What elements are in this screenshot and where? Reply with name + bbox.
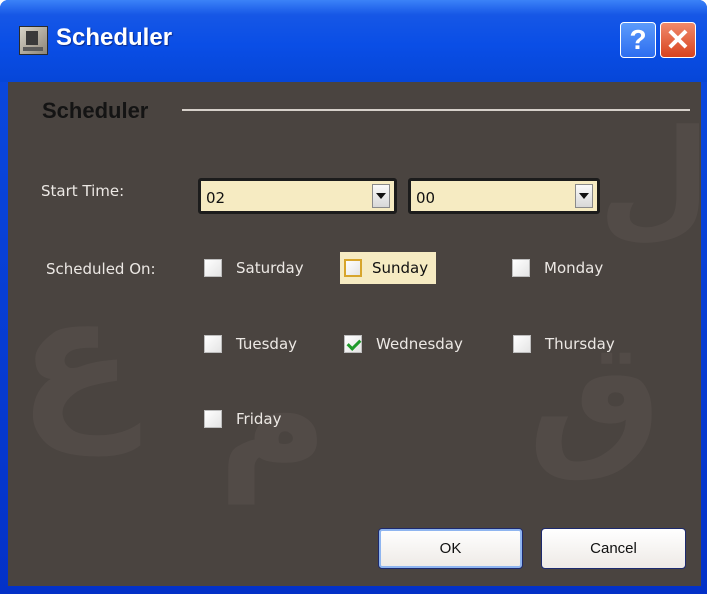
window-title: Scheduler xyxy=(56,24,173,51)
day-label: Monday xyxy=(544,259,604,277)
checkbox-thursday[interactable] xyxy=(513,335,531,353)
day-label: Tuesday xyxy=(236,335,298,353)
day-checkbox-wednesday[interactable]: Wednesday xyxy=(344,331,463,357)
day-label: Thursday xyxy=(545,335,615,353)
close-icon: ✕ xyxy=(665,23,691,57)
hour-value: 02 xyxy=(206,189,226,207)
background-decoration: ع xyxy=(18,258,135,456)
ok-button[interactable]: OK xyxy=(378,528,523,569)
day-label: Sunday xyxy=(372,259,429,277)
checkbox-monday[interactable] xyxy=(512,259,530,277)
help-button[interactable]: ? xyxy=(620,22,656,58)
scheduler-window: Scheduler ? ✕ ل ع م ق Scheduler Start Ti… xyxy=(0,0,707,594)
day-checkbox-tuesday[interactable]: Tuesday xyxy=(204,331,297,357)
minute-select[interactable]: 00 xyxy=(408,178,600,214)
minute-value: 00 xyxy=(416,189,436,207)
cancel-button[interactable]: Cancel xyxy=(541,528,686,569)
group-title: Scheduler xyxy=(42,98,149,123)
scheduled-on-label: Scheduled On: xyxy=(46,260,156,278)
group-divider xyxy=(182,109,690,111)
start-time-label: Start Time: xyxy=(41,182,125,200)
app-icon xyxy=(19,26,48,55)
day-label: Friday xyxy=(236,410,282,428)
day-label: Saturday xyxy=(236,259,304,277)
checkbox-saturday[interactable] xyxy=(204,259,222,277)
day-checkbox-friday[interactable]: Friday xyxy=(204,406,281,432)
day-checkbox-sunday[interactable]: Sunday xyxy=(340,252,437,284)
day-checkbox-monday[interactable]: Monday xyxy=(512,255,603,281)
dialog-body: ل ع م ق Scheduler Start Time: 02 00 Sche… xyxy=(8,82,701,586)
hour-select[interactable]: 02 xyxy=(198,178,397,214)
title-bar[interactable]: Scheduler ? ✕ xyxy=(0,0,707,82)
day-checkbox-thursday[interactable]: Thursday xyxy=(513,331,615,357)
background-decoration: ل xyxy=(598,101,701,253)
checkbox-wednesday[interactable] xyxy=(344,335,362,353)
checkbox-friday[interactable] xyxy=(204,410,222,428)
day-label: Wednesday xyxy=(376,335,463,353)
chevron-down-icon[interactable] xyxy=(372,184,390,208)
day-checkbox-saturday[interactable]: Saturday xyxy=(204,255,304,281)
chevron-down-icon[interactable] xyxy=(575,184,593,208)
help-icon: ? xyxy=(629,24,647,55)
checkbox-tuesday[interactable] xyxy=(204,335,222,353)
checkbox-sunday[interactable] xyxy=(344,259,362,277)
close-button[interactable]: ✕ xyxy=(660,22,696,58)
